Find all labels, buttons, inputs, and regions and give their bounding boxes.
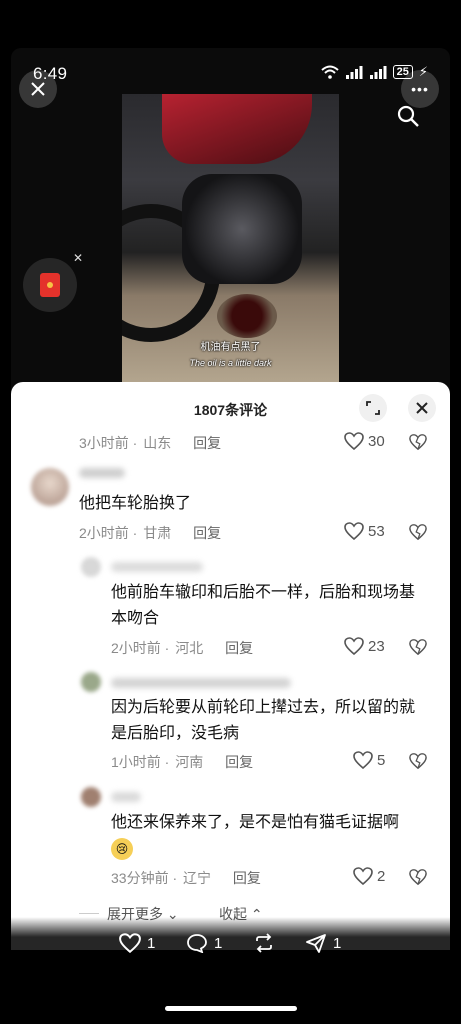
like-action-button[interactable]: 1 (119, 933, 155, 953)
like-button[interactable]: 23 (344, 637, 385, 655)
comment-location: 山东 (143, 435, 172, 451)
action-bar: 1 1 1 (11, 917, 450, 967)
dislike-icon[interactable] (409, 433, 427, 451)
close-comments-button[interactable] (408, 394, 436, 422)
reply-button[interactable]: 回复 (193, 435, 221, 451)
comment-text-line2: 是后胎印，没毛病 (111, 725, 240, 742)
comment-text: 因为后轮要从前轮印上撵过去，所以留的就 是后胎印，没毛病 (111, 695, 415, 747)
heart-icon (344, 522, 364, 540)
comment-meta: 2小时前 · 甘肃 回复 (79, 525, 222, 541)
red-envelope-icon (40, 273, 60, 297)
reply-button[interactable]: 回复 (225, 640, 253, 656)
expand-icon (366, 401, 380, 415)
comments-header: 1807条评论 (11, 382, 450, 434)
divider (79, 913, 99, 914)
like-button[interactable]: 5 (353, 751, 385, 769)
avatar[interactable] (81, 557, 101, 577)
close-button[interactable] (19, 70, 57, 108)
comment-location: 河南 (175, 754, 204, 770)
dislike-icon[interactable] (409, 752, 427, 770)
username[interactable] (111, 678, 291, 688)
comments-sheet: 1807条评论 3小时前 · 山东 回复 30 他把车轮胎换了 2小时前 · 甘… (11, 382, 450, 950)
comment-text: 他前胎车辙印和后胎不一样，后胎和现场基 本吻合 (111, 580, 415, 632)
heart-icon (353, 751, 373, 769)
username[interactable] (79, 468, 125, 478)
reply-button[interactable]: 回复 (193, 525, 221, 541)
close-icon (416, 402, 428, 414)
reply-button[interactable]: 回复 (233, 870, 261, 886)
comment-meta: 1小时前 · 河南 回复 (111, 754, 254, 770)
comment-text: 他还来保养来了，是不是怕有猫毛证据啊 (111, 814, 400, 831)
share-action-count: 1 (333, 934, 342, 952)
comment-meta: 2小时前 · 河北 回复 (111, 640, 254, 656)
close-icon (31, 82, 45, 96)
repost-action-button[interactable] (253, 933, 275, 953)
like-button[interactable]: 2 (353, 867, 385, 885)
home-indicator[interactable] (165, 1006, 297, 1011)
comment-location: 甘肃 (143, 525, 172, 541)
comment-location: 辽宁 (183, 870, 212, 886)
comment-location: 河北 (175, 640, 204, 656)
like-count: 2 (377, 867, 386, 885)
comment-time: 3小时前 (79, 435, 129, 451)
comment-text: 他把车轮胎换了 (79, 495, 192, 512)
username[interactable] (111, 792, 141, 802)
repost-icon (256, 933, 272, 953)
like-button[interactable]: 30 (344, 432, 385, 450)
comment-meta: 3小时前 · 山东 回复 (79, 435, 222, 451)
comment-text-line2: 本吻合 (111, 610, 160, 627)
expand-sheet-button[interactable] (359, 394, 387, 422)
heart-icon (344, 637, 364, 655)
comment-meta: 33分钟前 · 辽宁 回复 (111, 870, 261, 886)
more-icon: ••• (411, 81, 429, 97)
crying-emoji-icon: 😢 (111, 838, 133, 860)
comment-text-line1: 因为后轮要从前轮印上撵过去，所以留的就 (111, 699, 416, 716)
dislike-icon[interactable] (409, 523, 427, 541)
signal-icon (345, 66, 363, 79)
wifi-icon (320, 65, 339, 79)
more-button[interactable]: ••• (401, 70, 439, 108)
comment-action-button[interactable]: 1 (186, 933, 222, 953)
dislike-icon[interactable] (409, 868, 427, 886)
comment-text-line1: 他前胎车辙印和后胎不一样，后胎和现场基 (111, 584, 416, 601)
username[interactable] (111, 562, 203, 572)
like-action-count: 1 (147, 934, 156, 952)
comment-time: 33分钟前 (111, 870, 169, 886)
like-count: 5 (377, 751, 386, 769)
heart-icon (119, 933, 141, 953)
status-bar: 6:49 25 ⚡ (11, 48, 450, 94)
video-motorcycle-engine (182, 174, 302, 284)
share-icon (306, 934, 326, 953)
like-button[interactable]: 53 (344, 522, 385, 540)
avatar[interactable] (81, 672, 101, 692)
heart-icon (344, 432, 364, 450)
video-oil-drain (217, 294, 277, 338)
comment-time: 2小时前 (111, 640, 161, 656)
like-count: 23 (368, 637, 385, 655)
like-count: 53 (368, 522, 385, 540)
heart-icon (353, 867, 373, 885)
red-packet-close-icon[interactable]: ✕ (73, 251, 83, 265)
comment-time: 1小时前 (111, 754, 161, 770)
reply-button[interactable]: 回复 (225, 754, 253, 770)
avatar[interactable] (81, 787, 101, 807)
share-action-button[interactable]: 1 (305, 933, 341, 953)
search-icon[interactable] (396, 104, 420, 128)
signal-icon-2 (369, 66, 387, 79)
avatar[interactable] (31, 468, 69, 506)
dislike-icon[interactable] (409, 638, 427, 656)
comment-bubble-icon (187, 934, 207, 953)
video-motorcycle-tank (162, 94, 312, 164)
comment-time: 2小时前 (79, 525, 129, 541)
comment-action-count: 1 (214, 934, 223, 952)
like-count: 30 (368, 432, 385, 450)
video-subtitle-zh: 机油有点黑了 (200, 342, 261, 353)
video-player[interactable]: 机油有点黑了 The oil is a little dark (122, 94, 339, 382)
red-packet-button[interactable] (23, 258, 77, 312)
video-subtitle-en: The oil is a little dark (189, 358, 272, 368)
